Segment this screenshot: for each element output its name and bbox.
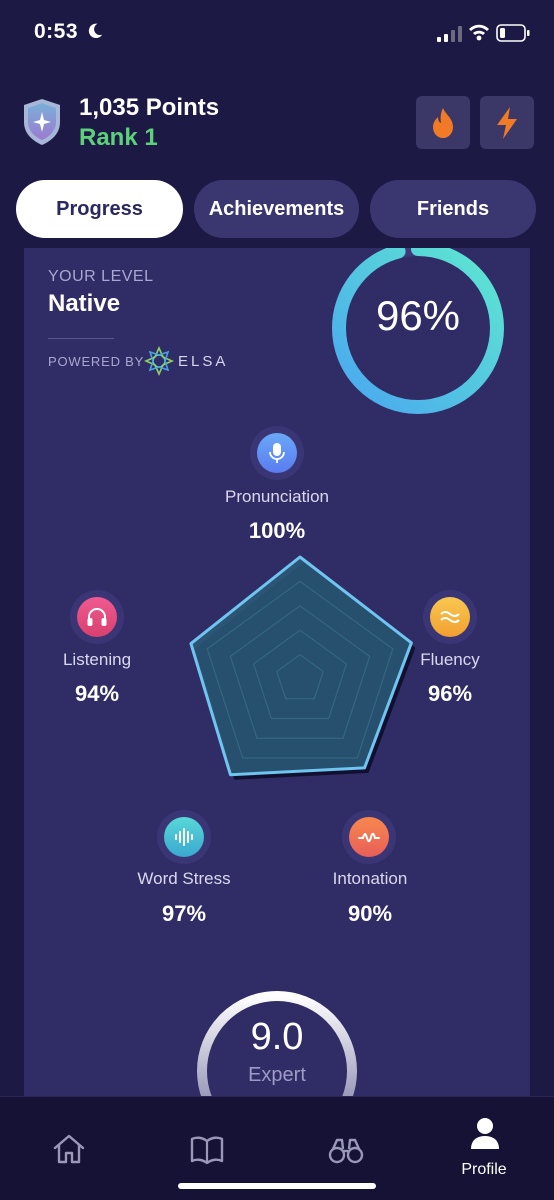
status-time: 0:53 [34, 20, 79, 43]
battery-icon [496, 24, 530, 42]
skill-value-listening: 94% [74, 681, 120, 706]
skill-value-pronunciation: 100% [248, 518, 306, 543]
profile-icon [471, 1118, 499, 1149]
waves-icon [440, 611, 460, 623]
home-indicator [178, 1183, 376, 1189]
fluency-icon-badge[interactable] [423, 590, 477, 644]
binoculars-icon [328, 1138, 364, 1164]
profile-header: 1,035 Points Rank 1 [0, 86, 554, 162]
pronunciation-icon-badge[interactable] [250, 426, 304, 480]
shield-badge-icon[interactable] [22, 98, 62, 146]
skill-name-pronunciation: Pronunciation [225, 487, 329, 506]
nav-explore[interactable] [276, 1097, 414, 1197]
intonation-icon-badge[interactable] [342, 810, 396, 864]
nav-home[interactable] [0, 1097, 138, 1197]
points-total: 1,035 Points [79, 94, 220, 121]
listening-icon-badge[interactable] [70, 590, 124, 644]
book-icon [190, 1136, 224, 1165]
home-icon [53, 1134, 85, 1164]
nav-learn[interactable] [138, 1097, 276, 1197]
boost-button[interactable] [480, 96, 534, 149]
tab-achievements[interactable]: Achievements [194, 180, 359, 238]
rank-label: Rank 1 [79, 124, 158, 151]
score-label: Expert [248, 1064, 306, 1086]
streak-button[interactable] [416, 96, 470, 149]
intonation-wave-icon [358, 832, 380, 843]
skill-value-word-stress: 97% [161, 901, 207, 926]
skill-value-intonation: 90% [347, 901, 393, 926]
word-stress-icon-badge[interactable] [157, 810, 211, 864]
progress-card: YOUR LEVEL Native POWERED BY ELSA 96% Pr… [24, 248, 530, 1100]
skill-name-fluency: Fluency [420, 650, 480, 669]
nav-profile[interactable]: Profile [415, 1097, 553, 1197]
status-bar: 0:53 [0, 0, 554, 66]
headphones-icon [87, 608, 107, 626]
fire-icon [433, 107, 453, 138]
skill-name-intonation: Intonation [332, 869, 408, 888]
skills-radar-chart [189, 555, 416, 780]
nav-profile-label: Profile [461, 1161, 507, 1178]
skill-value-fluency: 96% [427, 681, 473, 706]
sound-bars-icon [175, 828, 193, 846]
moon-icon [88, 23, 103, 39]
skill-name-word-stress: Word Stress [137, 869, 231, 888]
profile-tabs: Progress Achievements Friends [16, 180, 538, 238]
skill-name-listening: Listening [62, 650, 132, 669]
score-value: 9.0 [250, 1016, 304, 1058]
tab-friends[interactable]: Friends [370, 180, 536, 238]
lightning-icon [497, 106, 517, 139]
wifi-icon [469, 24, 489, 41]
tab-progress[interactable]: Progress [16, 180, 183, 238]
signal-icon [437, 26, 462, 42]
microphone-icon [269, 443, 285, 463]
